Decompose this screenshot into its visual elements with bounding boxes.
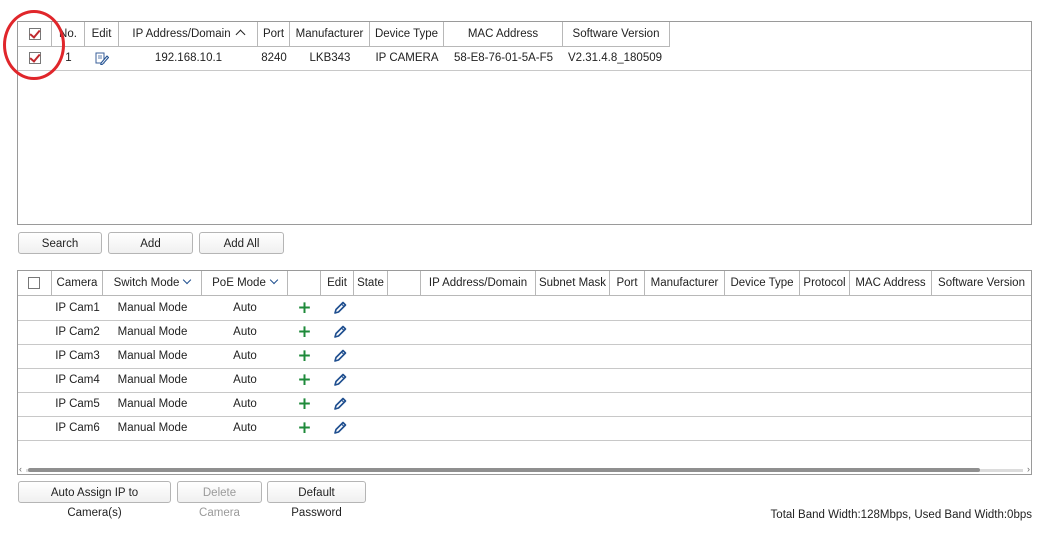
table-row[interactable]: IP Cam1 Manual Mode Auto +: [18, 296, 1031, 321]
col-state[interactable]: State: [354, 271, 388, 295]
col-port[interactable]: Port: [610, 271, 645, 295]
default-password-button[interactable]: Default Password: [267, 481, 366, 519]
bandwidth-status: Total Band Width:128Mbps, Used Band Widt…: [770, 509, 1032, 521]
col-subnet-mask[interactable]: Subnet Mask: [536, 271, 610, 295]
col-protocol[interactable]: Protocol: [800, 271, 850, 295]
row-port: 8240: [261, 52, 287, 64]
row-poe-mode[interactable]: Auto: [202, 368, 288, 392]
row-camera: IP Cam1: [55, 302, 100, 314]
col-device-type[interactable]: Device Type: [370, 22, 444, 46]
row-camera: IP Cam3: [55, 350, 100, 362]
row-switch-mode[interactable]: Manual Mode: [103, 416, 202, 440]
scroll-left-icon[interactable]: ‹: [19, 463, 22, 475]
row-poe-mode[interactable]: Auto: [202, 344, 288, 368]
col-ip-address-label: IP Address/Domain: [132, 28, 231, 40]
edit-icon-cell: [321, 320, 354, 344]
col-poe-mode[interactable]: PoE Mode: [202, 271, 288, 295]
row-camera: IP Cam5: [55, 398, 100, 410]
table-row[interactable]: IP Cam6 Manual Mode Auto +: [18, 416, 1031, 441]
table-row[interactable]: IP Cam3 Manual Mode Auto +: [18, 344, 1031, 369]
col-switch-mode[interactable]: Switch Mode: [103, 271, 202, 295]
edit-icon-cell: [321, 296, 354, 320]
add-icon[interactable]: +: [288, 344, 321, 368]
col-ip-address[interactable]: IP Address/Domain: [119, 22, 258, 46]
chevron-down-icon: [183, 275, 192, 285]
col-port[interactable]: Port: [258, 22, 290, 46]
row-switch-mode[interactable]: Manual Mode: [103, 368, 202, 392]
pencil-icon[interactable]: [333, 421, 347, 435]
highlight-circle: [3, 10, 65, 80]
col-manufacturer[interactable]: Manufacturer: [645, 271, 725, 295]
add-icon[interactable]: +: [288, 296, 321, 320]
row-manufacturer: LKB343: [309, 52, 351, 64]
camera-table: Camera Switch Mode PoE Mode Edit State I…: [17, 270, 1032, 475]
pencil-icon[interactable]: [333, 397, 347, 411]
chevron-down-icon: [269, 275, 279, 285]
col-blank: [388, 271, 421, 295]
pencil-icon[interactable]: [333, 373, 347, 387]
auto-assign-ip-button[interactable]: Auto Assign IP to Camera(s): [18, 481, 171, 519]
row-camera: IP Cam2: [55, 326, 100, 338]
add-all-button[interactable]: Add All: [199, 232, 284, 254]
edit-icon-cell: [321, 368, 354, 392]
col-ip-address[interactable]: IP Address/Domain: [421, 271, 536, 295]
device-table-header: No. Edit IP Address/Domain Port Manufact…: [18, 22, 670, 46]
add-button[interactable]: Add: [108, 232, 193, 254]
edit-icon-cell: [85, 46, 119, 70]
col-poe-mode-label: PoE Mode: [212, 277, 266, 289]
row-device-type: IP CAMERA: [375, 52, 439, 64]
row-mac-address: 58-E8-76-01-5A-F5: [453, 52, 554, 64]
horizontal-scrollbar[interactable]: ‹ ›: [18, 463, 1031, 475]
add-icon[interactable]: +: [288, 392, 321, 416]
table-row[interactable]: IP Cam2 Manual Mode Auto +: [18, 320, 1031, 345]
col-software-version[interactable]: Software Version: [932, 271, 1031, 295]
table-row[interactable]: 1 192.168.10.1 8240 LKB343 IP CAMERA 58-…: [18, 46, 1031, 71]
pencil-icon[interactable]: [333, 325, 347, 339]
delete-camera-button[interactable]: Delete Camera: [177, 481, 262, 519]
table-row[interactable]: IP Cam4 Manual Mode Auto +: [18, 368, 1031, 393]
col-manufacturer[interactable]: Manufacturer: [290, 22, 370, 46]
col-switch-mode-label: Switch Mode: [113, 277, 180, 289]
row-camera: IP Cam4: [55, 374, 100, 386]
search-button[interactable]: Search: [18, 232, 102, 254]
sort-ascending-icon: [235, 29, 246, 40]
col-mac-address[interactable]: MAC Address: [850, 271, 932, 295]
col-edit[interactable]: Edit: [85, 22, 119, 46]
row-poe-mode[interactable]: Auto: [202, 416, 288, 440]
camera-select-all-checkbox[interactable]: [28, 277, 40, 289]
edit-icon[interactable]: [95, 51, 109, 65]
device-search-table: No. Edit IP Address/Domain Port Manufact…: [17, 21, 1032, 225]
row-poe-mode[interactable]: Auto: [202, 296, 288, 320]
row-poe-mode[interactable]: Auto: [202, 320, 288, 344]
table-row[interactable]: IP Cam5 Manual Mode Auto +: [18, 392, 1031, 417]
camera-table-header: Camera Switch Mode PoE Mode Edit State I…: [18, 271, 1031, 295]
scroll-right-icon[interactable]: ›: [1027, 463, 1030, 475]
col-edit[interactable]: Edit: [321, 271, 354, 295]
col-camera[interactable]: Camera: [52, 271, 103, 295]
row-poe-mode[interactable]: Auto: [202, 392, 288, 416]
row-switch-mode[interactable]: Manual Mode: [103, 392, 202, 416]
add-icon[interactable]: +: [288, 320, 321, 344]
row-ip-address: 192.168.10.1: [154, 52, 223, 64]
pencil-icon[interactable]: [333, 349, 347, 363]
edit-icon-cell: [321, 344, 354, 368]
col-device-type[interactable]: Device Type: [725, 271, 800, 295]
col-add: [288, 271, 321, 295]
col-software-version[interactable]: Software Version: [563, 22, 670, 46]
scrollbar-thumb[interactable]: [28, 468, 980, 472]
row-software-version: V2.31.4.8_180509: [568, 52, 663, 64]
edit-icon-cell: [321, 416, 354, 440]
pencil-icon[interactable]: [333, 301, 347, 315]
row-switch-mode[interactable]: Manual Mode: [103, 320, 202, 344]
row-switch-mode[interactable]: Manual Mode: [103, 296, 202, 320]
edit-icon-cell: [321, 392, 354, 416]
row-camera: IP Cam6: [55, 422, 100, 434]
row-switch-mode[interactable]: Manual Mode: [103, 344, 202, 368]
col-mac-address[interactable]: MAC Address: [444, 22, 563, 46]
add-icon[interactable]: +: [288, 416, 321, 440]
add-icon[interactable]: +: [288, 368, 321, 392]
camera-select-all-cell: [18, 271, 52, 295]
